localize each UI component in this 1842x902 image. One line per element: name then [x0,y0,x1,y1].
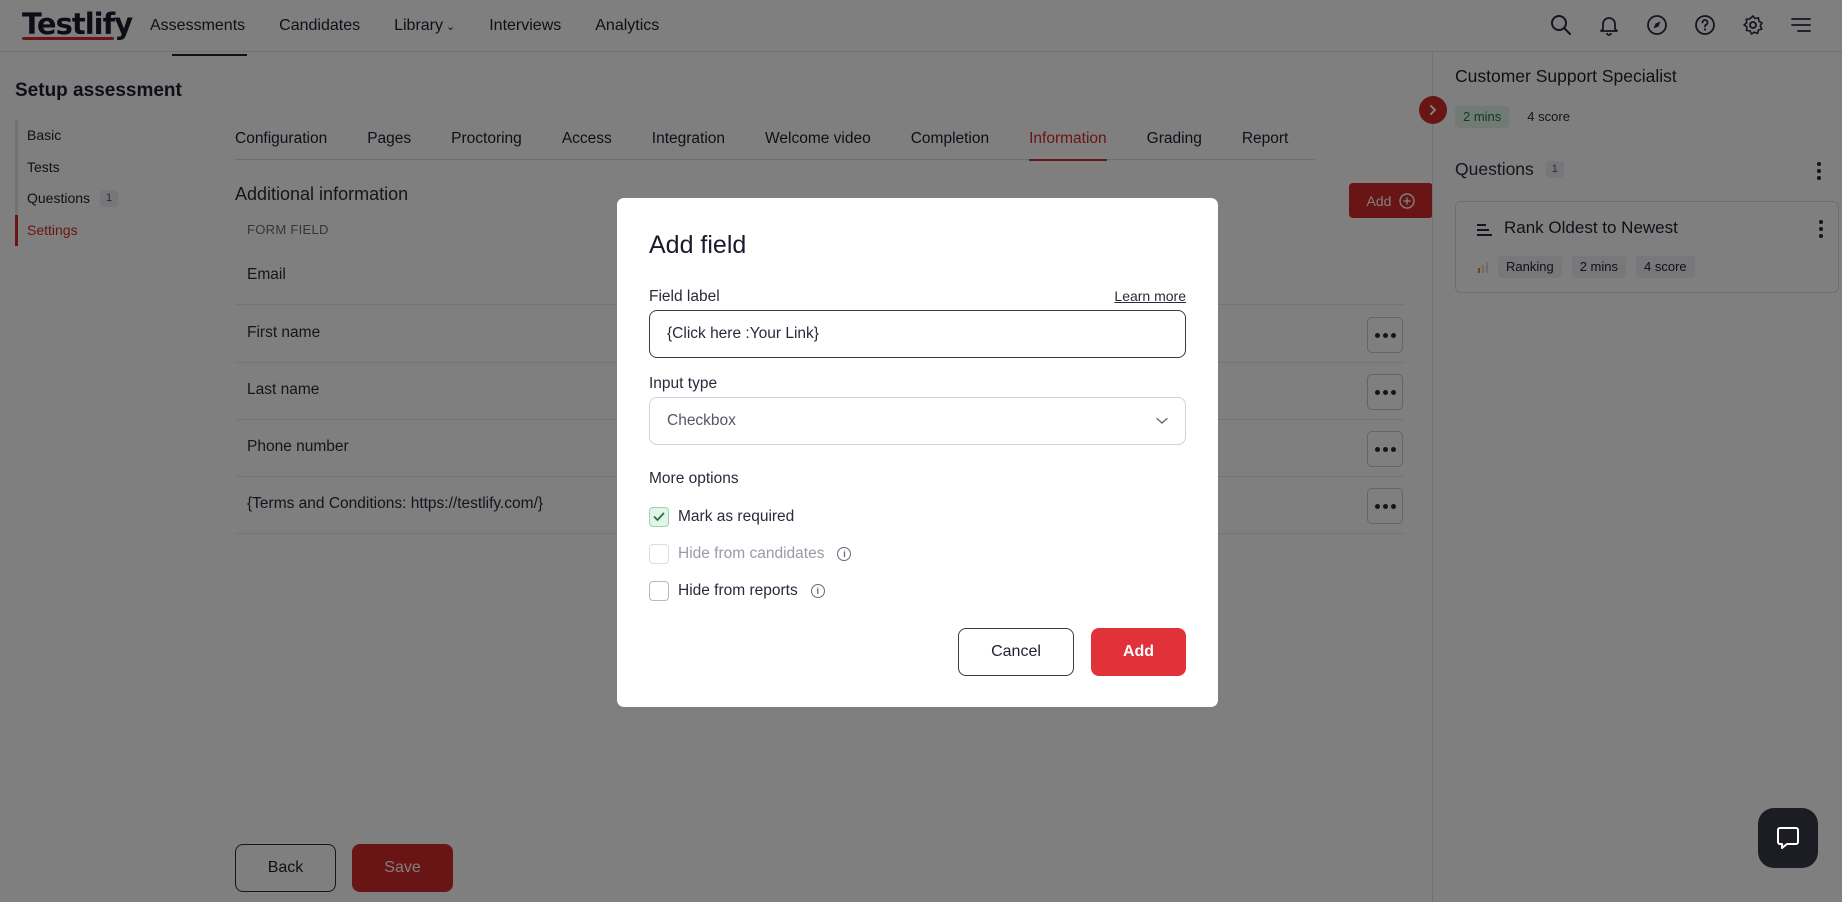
chat-launcher-button[interactable] [1758,808,1818,868]
cancel-button[interactable]: Cancel [958,628,1074,676]
hide-from-candidates-label: Hide from candidates [678,545,825,562]
hide-from-candidates-checkbox [649,544,669,564]
hide-from-reports-label: Hide from reports [678,582,798,599]
chevron-down-icon [1156,417,1168,424]
modal-title: Add field [649,231,747,259]
more-options-caption: More options [649,470,739,487]
chat-icon [1777,827,1799,849]
input-type-select[interactable]: Checkbox [649,397,1186,445]
checkmark-icon [653,512,665,521]
mark-required-checkbox[interactable] [649,507,669,527]
info-icon[interactable]: i [810,584,825,598]
add-button[interactable]: Add [1091,628,1186,676]
learn-more-link[interactable]: Learn more [1114,288,1186,304]
hide-from-reports-checkbox[interactable] [649,581,669,601]
field-label-input[interactable] [649,310,1186,358]
input-type-caption: Input type [649,375,718,392]
hide-from-candidates-option: Hide from candidates i [649,544,852,564]
input-type-selected: Checkbox [667,412,736,429]
add-field-modal: Add field Field label Learn more Input t… [617,198,1218,707]
hide-from-reports-option[interactable]: Hide from reports i [649,581,825,601]
mark-required-option[interactable]: Mark as required [649,507,794,527]
info-icon[interactable]: i [837,547,852,561]
mark-required-label: Mark as required [678,508,795,525]
field-label-caption: Field label [649,288,720,305]
